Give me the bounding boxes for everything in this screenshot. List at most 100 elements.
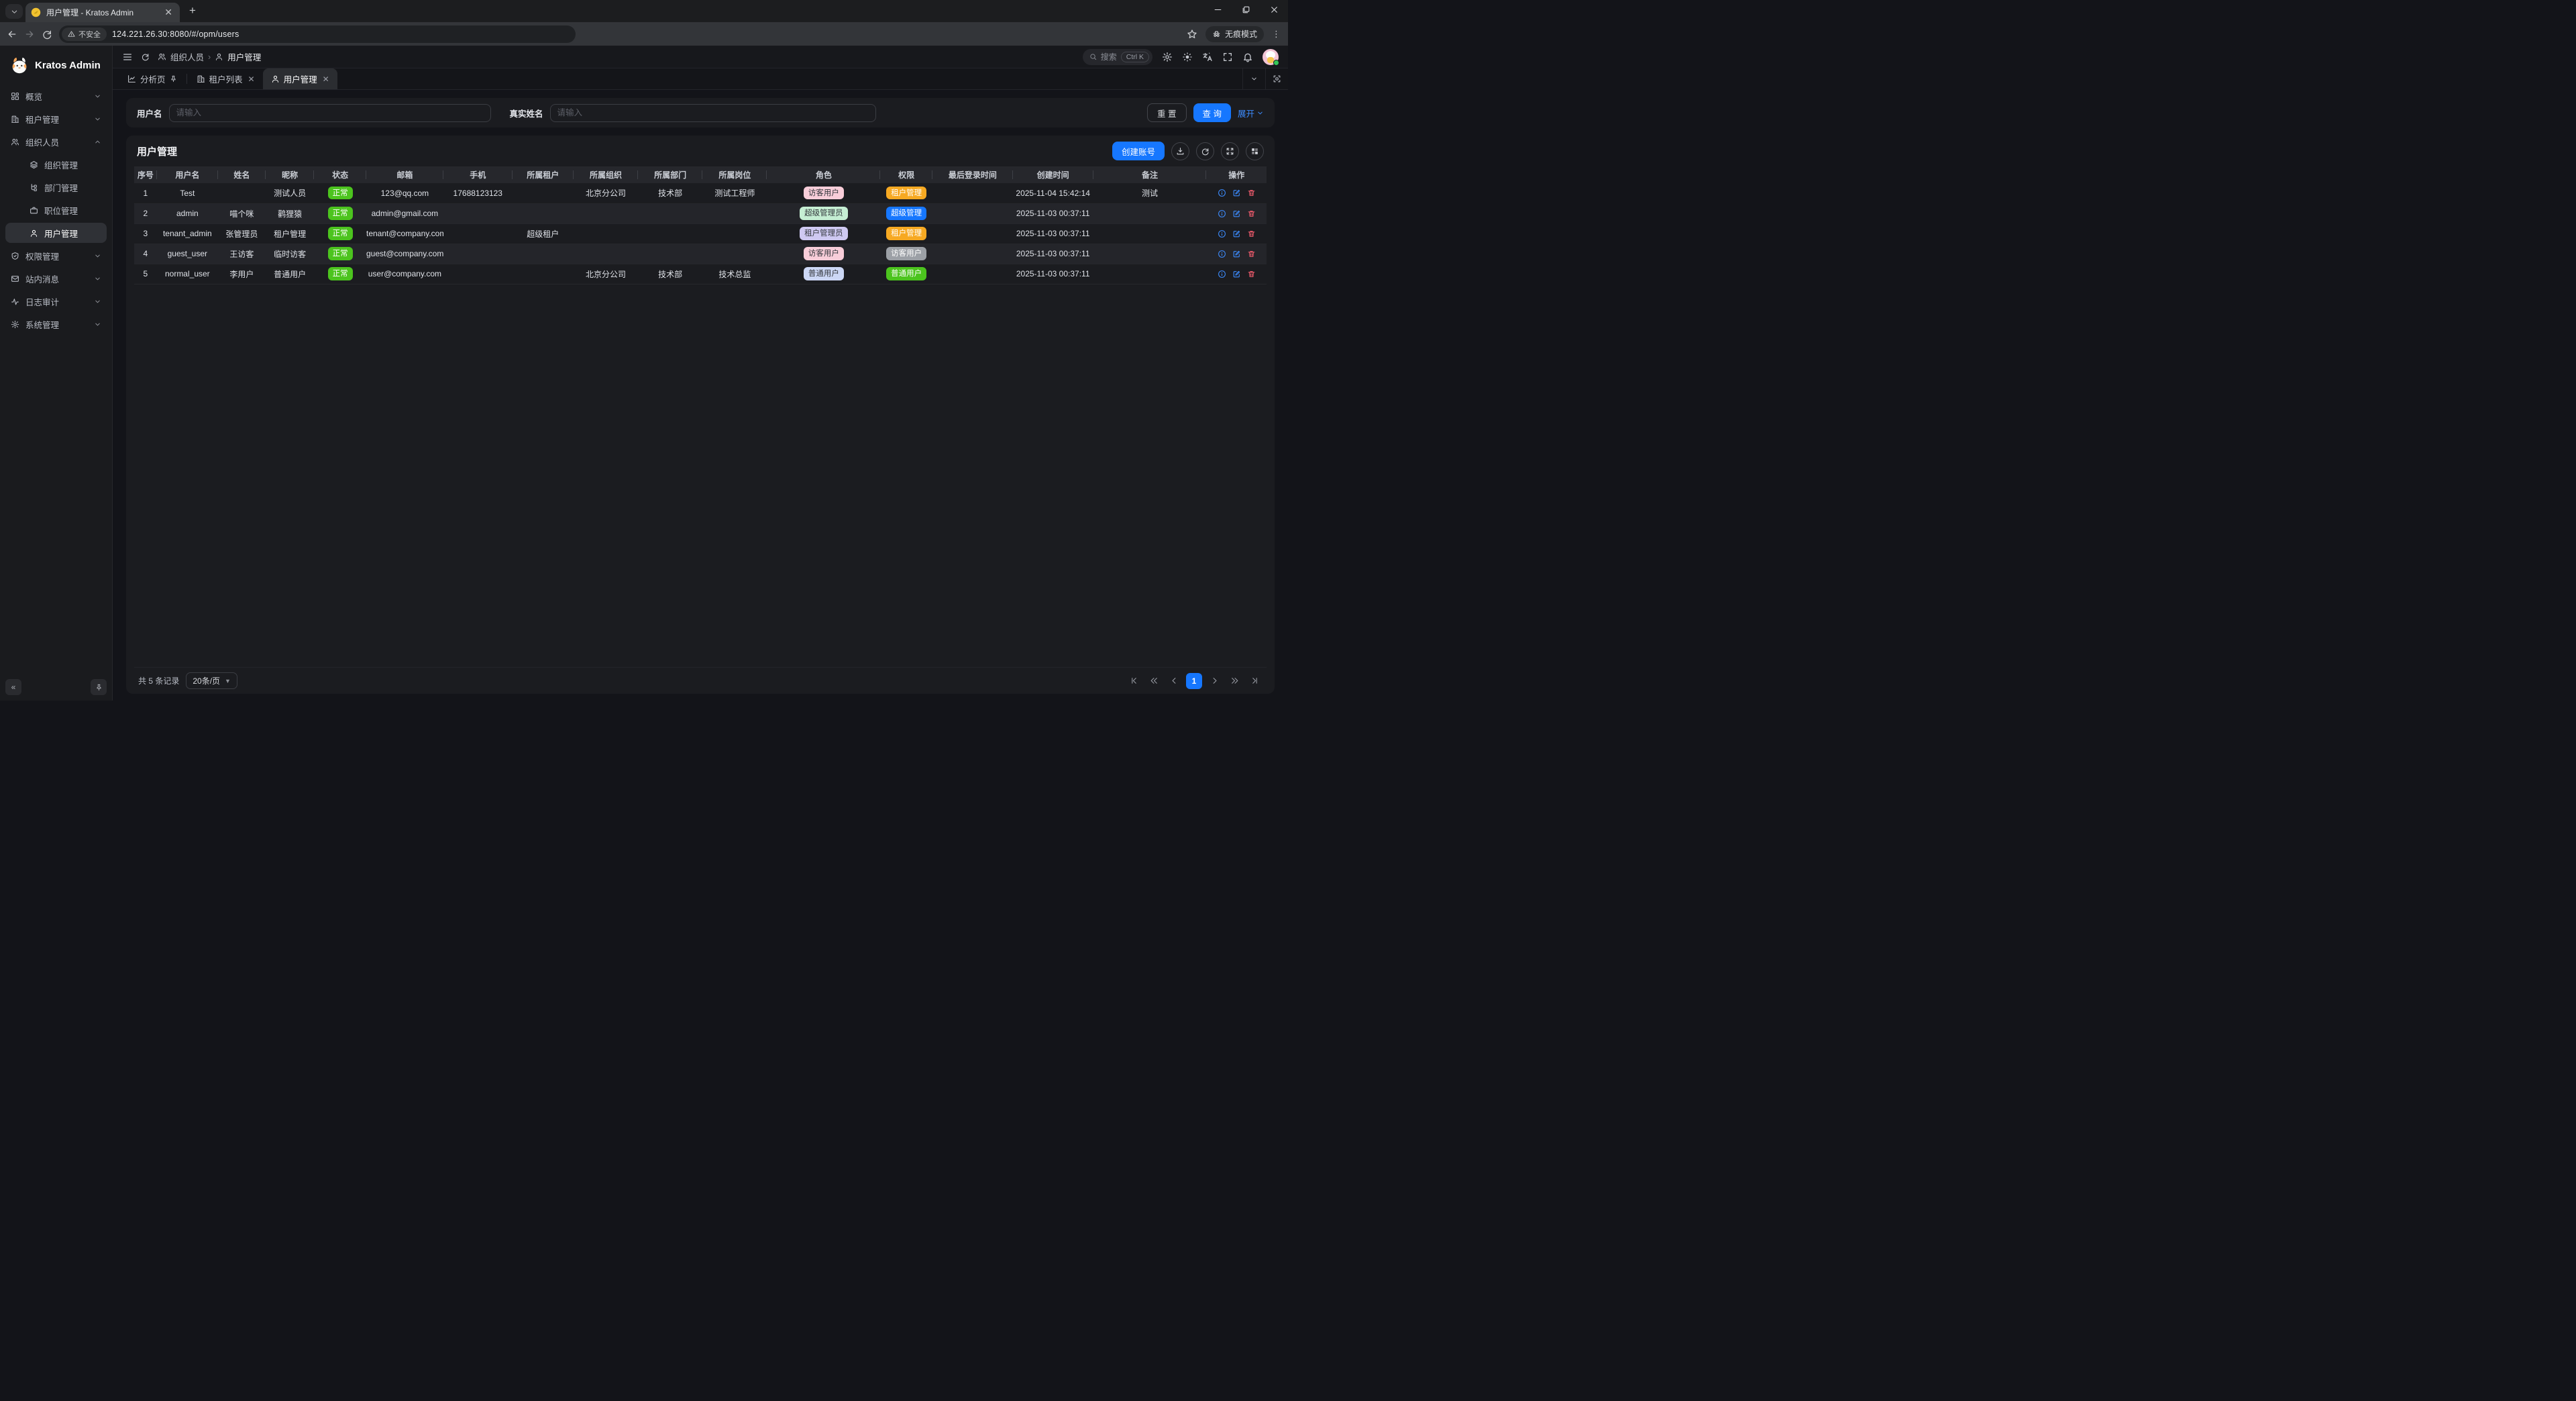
search-button[interactable]: 查 询 <box>1193 103 1231 122</box>
sidebar-item-user-manage[interactable]: 用户管理 <box>5 223 107 243</box>
info-icon[interactable] <box>1218 189 1226 197</box>
maximize-button[interactable] <box>1232 0 1260 19</box>
delete-icon[interactable] <box>1247 250 1256 258</box>
info-icon[interactable] <box>1218 229 1226 238</box>
reset-button[interactable]: 重 置 <box>1147 103 1186 122</box>
brand-logo-icon <box>9 55 30 75</box>
security-chip[interactable]: 不安全 <box>62 28 107 41</box>
tab-user-manage[interactable]: 用户管理 ✕ <box>263 68 337 89</box>
cell-dept <box>638 223 702 244</box>
sidebar-item-tenant[interactable]: 租户管理 <box>5 109 107 129</box>
close-tab-icon[interactable]: ✕ <box>323 74 329 84</box>
collapse-sidebar-button[interactable]: « <box>5 679 21 695</box>
edit-icon[interactable] <box>1232 189 1241 197</box>
sidebar-item-org-manage[interactable]: 组织管理 <box>5 154 107 174</box>
avatar[interactable] <box>1263 49 1279 65</box>
delete-icon[interactable] <box>1247 270 1256 278</box>
delete-icon[interactable] <box>1247 189 1256 197</box>
table-row[interactable]: 1Test测试人员正常123@qq.com17688123123北京分公司技术部… <box>134 183 1267 203</box>
minimize-button[interactable] <box>1203 0 1232 19</box>
refresh-table-button[interactable] <box>1196 142 1214 160</box>
browser-menu-icon[interactable]: ⋮ <box>1272 29 1281 40</box>
close-window-button[interactable] <box>1260 0 1288 19</box>
create-account-button[interactable]: 创建账号 <box>1112 142 1165 160</box>
table-fullscreen-button[interactable] <box>1221 142 1239 160</box>
last-page-button[interactable] <box>1246 673 1263 689</box>
pin-sidebar-button[interactable] <box>91 679 107 695</box>
content-fullscreen-button[interactable] <box>1265 68 1288 89</box>
info-icon[interactable] <box>1218 209 1226 218</box>
cell-username: tenant_admin <box>157 223 218 244</box>
sidebar-item-audit[interactable]: 日志审计 <box>5 291 107 311</box>
sidebar-item-post-manage[interactable]: 职位管理 <box>5 200 107 220</box>
sidebar-item-org-people[interactable]: 组织人员 <box>5 132 107 152</box>
edit-icon[interactable] <box>1232 270 1241 278</box>
sidebar-item-overview[interactable]: 概览 <box>5 86 107 106</box>
sidebar-item-messages[interactable]: 站内消息 <box>5 268 107 289</box>
toolbar-right: 无痕模式 ⋮ <box>1187 26 1281 42</box>
status-badge: 正常 <box>328 267 353 280</box>
tabs-dropdown-button[interactable] <box>1242 68 1265 89</box>
cell-dept <box>638 203 702 223</box>
new-tab-button[interactable]: + <box>184 4 201 17</box>
global-search[interactable]: 搜索 Ctrl K <box>1083 49 1152 65</box>
sidebar-item-system[interactable]: 系统管理 <box>5 314 107 334</box>
settings-gear-icon[interactable] <box>1162 52 1173 62</box>
table-row[interactable]: 4guest_user王访客临时访客正常guest@company.com访客用… <box>134 244 1267 264</box>
forward-icon[interactable] <box>24 29 35 40</box>
bell-icon[interactable] <box>1242 52 1253 62</box>
table-row[interactable]: 5normal_user李用户普通用户正常user@company.com北京分… <box>134 264 1267 284</box>
refresh-page-icon[interactable] <box>141 52 150 61</box>
hamburger-icon[interactable] <box>122 52 133 62</box>
jump-forward-button[interactable] <box>1226 673 1242 689</box>
column-settings-button[interactable] <box>1246 142 1264 160</box>
edit-icon[interactable] <box>1232 250 1241 258</box>
table-row[interactable]: 3tenant_admin张管理员租户管理正常tenant@company.co… <box>134 223 1267 244</box>
cell-created: 2025-11-03 00:37:11 <box>1013 203 1093 223</box>
breadcrumb-item-current: 用户管理 <box>227 50 261 63</box>
info-icon[interactable] <box>1218 250 1226 258</box>
first-page-button[interactable] <box>1126 673 1142 689</box>
reload-icon[interactable] <box>42 29 52 40</box>
delete-icon[interactable] <box>1247 229 1256 238</box>
back-icon[interactable] <box>7 29 17 40</box>
next-page-button[interactable] <box>1206 673 1222 689</box>
edit-icon[interactable] <box>1232 229 1241 238</box>
cell-tenant <box>513 264 574 284</box>
sidebar-item-dept-manage[interactable]: 部门管理 <box>5 177 107 197</box>
breadcrumb-item[interactable]: 组织人员 <box>170 50 204 63</box>
sidebar-item-permission[interactable]: 权限管理 <box>5 246 107 266</box>
tab-analysis[interactable]: 分析页 <box>119 68 185 89</box>
username-input[interactable] <box>169 104 491 122</box>
tabs-bar-actions <box>1242 68 1288 89</box>
translate-icon[interactable] <box>1202 52 1213 62</box>
pin-icon[interactable] <box>170 75 177 83</box>
cell-post <box>702 223 767 244</box>
browser-tab[interactable]: 用户管理 - Kratos Admin ✕ <box>25 3 180 22</box>
edit-icon[interactable] <box>1232 209 1241 218</box>
cell-no: 2 <box>134 203 157 223</box>
page-size-select[interactable]: 20条/页 ▼ <box>186 672 237 689</box>
delete-icon[interactable] <box>1247 209 1256 218</box>
fullscreen-icon[interactable] <box>1222 52 1233 62</box>
address-bar[interactable]: 不安全 124.221.26.30:8080/#/opm/users <box>59 25 576 43</box>
mail-icon <box>11 274 19 283</box>
export-download-button[interactable] <box>1171 142 1189 160</box>
chevron-down-icon <box>94 321 101 328</box>
tree-icon <box>30 183 38 192</box>
cell-last_login <box>932 244 1013 264</box>
tab-search-button[interactable] <box>5 4 23 19</box>
expand-filters-link[interactable]: 展开 <box>1238 107 1264 119</box>
jump-back-button[interactable] <box>1146 673 1162 689</box>
tab-tenant-list[interactable]: 租户列表 ✕ <box>189 68 263 89</box>
info-icon[interactable] <box>1218 270 1226 278</box>
close-tab-icon[interactable]: ✕ <box>248 74 255 84</box>
page-number-current[interactable]: 1 <box>1186 673 1202 689</box>
theme-sun-icon[interactable] <box>1182 52 1193 62</box>
table-row[interactable]: 2admin喵个咪鹳狸猿正常admin@gmail.com超级管理员超级管理20… <box>134 203 1267 223</box>
close-tab-icon[interactable]: ✕ <box>162 7 174 18</box>
prev-page-button[interactable] <box>1166 673 1182 689</box>
realname-input[interactable] <box>550 104 876 122</box>
bookmark-star-icon[interactable] <box>1187 29 1197 40</box>
status-badge: 正常 <box>328 187 353 199</box>
